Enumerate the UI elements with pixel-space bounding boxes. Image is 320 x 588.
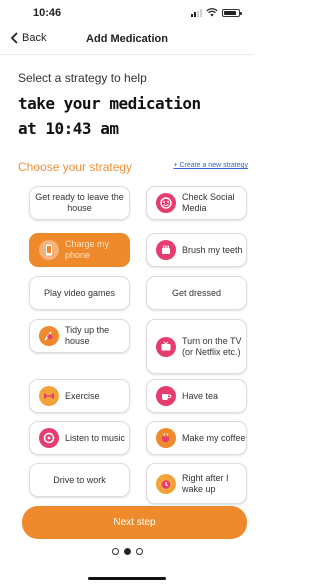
tidy-icon	[39, 326, 59, 346]
toothbrush-icon	[156, 240, 176, 260]
strategy-label: Tidy up the house	[65, 325, 110, 346]
coffee-icon	[156, 428, 176, 448]
strategy-brush-teeth[interactable]: Brush my teeth	[146, 233, 247, 267]
next-step-button[interactable]: Next step	[22, 506, 247, 539]
tv-icon	[156, 336, 176, 357]
home-indicator[interactable]	[88, 577, 166, 580]
create-strategy-link[interactable]: + Create a new strategy	[173, 162, 248, 169]
page-dot-active[interactable]	[123, 548, 131, 555]
strategy-label: Exercise	[65, 390, 100, 401]
tea-icon	[156, 386, 176, 406]
strategy-label: Drive to work	[53, 474, 106, 485]
strategy-check-social-media[interactable]: Check Social Media	[146, 186, 247, 220]
strategy-drive-to-work[interactable]: Drive to work	[29, 463, 130, 497]
strategy-label: Check Social Media	[182, 192, 235, 213]
strategy-label: Have tea	[182, 390, 219, 401]
wifi-icon	[206, 8, 218, 17]
strategy-label: Right after I wake up	[182, 472, 229, 494]
battery-icon	[222, 8, 242, 17]
strategy-get-ready[interactable]: Get ready to leave the house	[29, 186, 130, 220]
strategy-label: Turn on the TV (or Netflix etc.)	[182, 335, 242, 357]
social-media-icon	[156, 193, 176, 213]
navigation-bar: Back Add Medication	[0, 28, 254, 55]
section-title: Choose your strategy	[18, 160, 133, 174]
medication-time: at 10:43 am	[18, 119, 119, 138]
strategy-tidy-house[interactable]: Tidy up the house	[29, 319, 130, 353]
intro-prompt: Select a strategy to help	[18, 71, 147, 85]
page-dot[interactable]	[135, 548, 143, 555]
strategy-label: Charge my phone	[65, 239, 110, 260]
dumbbell-icon	[39, 386, 59, 406]
signal-icon	[191, 8, 202, 17]
page-dot[interactable]	[111, 548, 119, 555]
status-bar: 10:46	[0, 0, 254, 24]
page-title: Add Medication	[86, 33, 168, 45]
strategy-listen-music[interactable]: Listen to music	[29, 421, 130, 455]
strategy-have-tea[interactable]: Have tea	[146, 379, 247, 413]
phone-icon	[39, 240, 59, 260]
strategy-label: Get ready to leave the house	[35, 192, 124, 213]
medication-headline: take your medication	[18, 94, 201, 113]
strategy-label: Listen to music	[65, 432, 126, 443]
strategy-label: Get dressed	[171, 287, 222, 298]
strategy-label: Brush my teeth	[182, 244, 243, 255]
strategy-label: Play video games	[44, 287, 116, 298]
strategy-exercise[interactable]: Exercise	[29, 379, 130, 413]
music-icon	[39, 428, 59, 448]
strategy-after-wake-up[interactable]: Right after I wake up	[146, 463, 247, 504]
strategy-play-video-games[interactable]: Play video games	[29, 276, 130, 310]
status-time: 10:46	[33, 7, 62, 19]
strategy-get-dressed[interactable]: Get dressed	[146, 276, 247, 310]
page-indicator	[0, 548, 254, 555]
strategy-label: Make my coffee	[182, 432, 246, 443]
strategy-turn-on-tv[interactable]: Turn on the TV (or Netflix etc.)	[146, 319, 247, 374]
strategy-make-coffee[interactable]: Make my coffee	[146, 421, 247, 455]
strategy-charge-phone[interactable]: Charge my phone	[29, 233, 130, 267]
alarm-icon	[156, 473, 176, 494]
